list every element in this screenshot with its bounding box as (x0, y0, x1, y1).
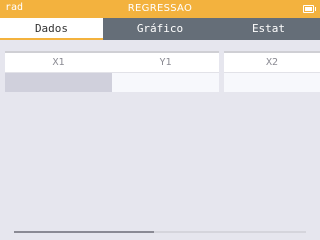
table-row (224, 73, 320, 92)
tab-bar: Dados Gráfico Estat (0, 18, 320, 40)
column-header-y1[interactable]: Y1 (112, 53, 219, 72)
horizontal-scrollbar[interactable] (14, 231, 306, 233)
column-header-x2[interactable]: X2 (224, 53, 320, 72)
scrollbar-thumb[interactable] (14, 231, 154, 233)
column-header-x1[interactable]: X1 (5, 53, 112, 72)
status-bar: rad REGRESSAO (0, 0, 320, 18)
cell-x2-row-1[interactable] (224, 73, 320, 92)
tab-dados[interactable]: Dados (0, 18, 103, 40)
cell-x1-row-1[interactable] (5, 73, 112, 92)
battery-icon (303, 5, 316, 13)
cell-y1-row-1[interactable] (112, 73, 219, 92)
selected-tab-indicator (0, 38, 103, 40)
tab-estat[interactable]: Estat (217, 18, 320, 40)
tab-grafico[interactable]: Gráfico (103, 18, 217, 40)
data-table-series-1: X1 Y1 (5, 51, 219, 92)
data-table-series-2: X2 (224, 51, 320, 92)
table-header-row: X1 Y1 (5, 53, 219, 73)
table-row (5, 73, 219, 92)
app-title: REGRESSAO (127, 3, 193, 14)
table-header-row: X2 (224, 53, 320, 73)
